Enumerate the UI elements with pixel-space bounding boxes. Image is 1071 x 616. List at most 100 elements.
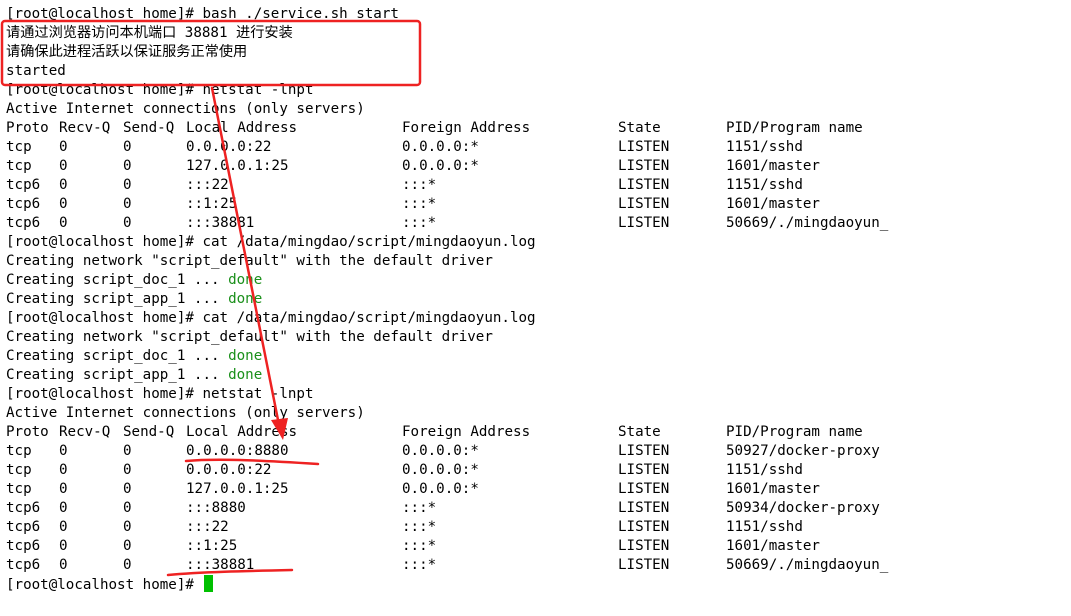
col-proto: tcp [6, 139, 32, 155]
col-state: LISTEN [618, 500, 670, 516]
line-text: started [6, 63, 66, 79]
terminal-line: Creating script_doc_1 ... done [6, 347, 262, 366]
col-proto: tcp6 [6, 519, 41, 535]
col-local-address: 127.0.0.1:25 [186, 481, 289, 497]
col-pid-program: 1601/master [726, 538, 820, 554]
terminal-line: Creating script_doc_1 ... done [6, 271, 262, 290]
terminal-line: [root@localhost home]# netstat -lnpt [6, 81, 314, 100]
terminal-line: 请通过浏览器访问本机端口 38881 进行安装 [6, 24, 293, 43]
terminal-cursor[interactable] [204, 575, 214, 592]
col-pid-program: 1601/master [726, 158, 820, 174]
terminal-line: [root@localhost home]# netstat -lnpt [6, 385, 314, 404]
line-text: Creating script_app_1 ... [6, 367, 229, 383]
col-local-address: Local Address [186, 120, 298, 136]
col-foreign-address: 0.0.0.0:* [402, 158, 479, 174]
status-done: done [228, 367, 263, 383]
status-done: done [228, 348, 263, 364]
col-send-q: 0 [123, 500, 132, 516]
col-pid-program: 1601/master [726, 196, 820, 212]
line-text: Creating script_doc_1 ... [6, 348, 229, 364]
col-proto: Proto [6, 424, 49, 440]
col-pid-program: 50669/./mingdaoyun_ [726, 215, 889, 231]
col-foreign-address: :::* [402, 519, 437, 535]
col-local-address: 0.0.0.0:22 [186, 462, 272, 478]
col-proto: tcp6 [6, 196, 41, 212]
col-local-address: ::1:25 [186, 196, 238, 212]
col-pid-program: 1151/sshd [726, 139, 803, 155]
terminal-line: Creating script_app_1 ... done [6, 290, 262, 309]
col-state: LISTEN [618, 481, 670, 497]
terminal-line: Active Internet connections (only server… [6, 100, 365, 119]
line-text: [root@localhost home]# [6, 577, 203, 593]
col-state: State [618, 120, 661, 136]
status-done: done [228, 272, 263, 288]
col-recv-q: 0 [59, 481, 68, 497]
col-recv-q: 0 [59, 196, 68, 212]
terminal-line: Creating network "script_default" with t… [6, 252, 493, 271]
prompt-line: [root@localhost home]# [6, 575, 214, 594]
col-foreign-address: 0.0.0.0:* [402, 139, 479, 155]
col-recv-q: 0 [59, 462, 68, 478]
col-local-address: :::38881 [186, 557, 255, 573]
col-foreign-address: :::* [402, 500, 437, 516]
terminal-line: [root@localhost home]# cat /data/mingdao… [6, 309, 536, 328]
line-text: Creating network "script_default" with t… [6, 253, 493, 269]
line-text: [root@localhost home]# cat /data/mingdao… [6, 310, 536, 326]
col-send-q: 0 [123, 538, 132, 554]
col-recv-q: 0 [59, 443, 68, 459]
col-send-q: 0 [123, 215, 132, 231]
col-foreign-address: :::* [402, 215, 437, 231]
terminal-line: [root@localhost home]# bash ./service.sh… [6, 5, 399, 24]
col-send-q: 0 [123, 462, 132, 478]
col-recv-q: 0 [59, 158, 68, 174]
col-send-q: Send-Q [123, 120, 175, 136]
col-local-address: 0.0.0.0:22 [186, 139, 272, 155]
col-pid-program: 50927/docker-proxy [726, 443, 880, 459]
col-local-address: 0.0.0.0:8880 [186, 443, 289, 459]
col-recv-q: 0 [59, 177, 68, 193]
col-state: LISTEN [618, 519, 670, 535]
col-proto: tcp [6, 443, 32, 459]
terminal-window[interactable]: [root@localhost home]# bash ./service.sh… [0, 0, 1071, 616]
col-recv-q: 0 [59, 139, 68, 155]
col-local-address: :::22 [186, 519, 229, 535]
col-proto: tcp6 [6, 215, 41, 231]
col-state: LISTEN [618, 443, 670, 459]
col-proto: tcp6 [6, 177, 41, 193]
col-state: LISTEN [618, 538, 670, 554]
col-recv-q: 0 [59, 500, 68, 516]
col-send-q: Send-Q [123, 424, 175, 440]
col-foreign-address: 0.0.0.0:* [402, 481, 479, 497]
col-proto: tcp6 [6, 538, 41, 554]
col-proto: tcp [6, 462, 32, 478]
col-proto: Proto [6, 120, 49, 136]
col-pid-program: PID/Program name [726, 120, 863, 136]
col-proto: tcp [6, 158, 32, 174]
col-local-address: Local Address [186, 424, 298, 440]
col-pid-program: 50934/docker-proxy [726, 500, 880, 516]
col-local-address: :::22 [186, 177, 229, 193]
status-done: done [228, 291, 263, 307]
line-text: Active Internet connections (only server… [6, 405, 365, 421]
col-foreign-address: 0.0.0.0:* [402, 443, 479, 459]
col-recv-q: 0 [59, 215, 68, 231]
col-recv-q: 0 [59, 519, 68, 535]
col-send-q: 0 [123, 481, 132, 497]
col-foreign-address: :::* [402, 177, 437, 193]
col-recv-q: 0 [59, 557, 68, 573]
terminal-line: [root@localhost home]# cat /data/mingdao… [6, 233, 536, 252]
terminal-line: Creating network "script_default" with t… [6, 328, 493, 347]
col-proto: tcp6 [6, 500, 41, 516]
col-foreign-address: :::* [402, 196, 437, 212]
terminal-line: Creating script_app_1 ... done [6, 366, 262, 385]
col-recv-q: 0 [59, 538, 68, 554]
col-send-q: 0 [123, 519, 132, 535]
col-send-q: 0 [123, 158, 132, 174]
col-state: LISTEN [618, 158, 670, 174]
col-send-q: 0 [123, 177, 132, 193]
col-foreign-address: 0.0.0.0:* [402, 462, 479, 478]
col-pid-program: 1601/master [726, 481, 820, 497]
col-send-q: 0 [123, 139, 132, 155]
col-pid-program: 1151/sshd [726, 177, 803, 193]
line-text: [root@localhost home]# netstat -lnpt [6, 386, 314, 402]
